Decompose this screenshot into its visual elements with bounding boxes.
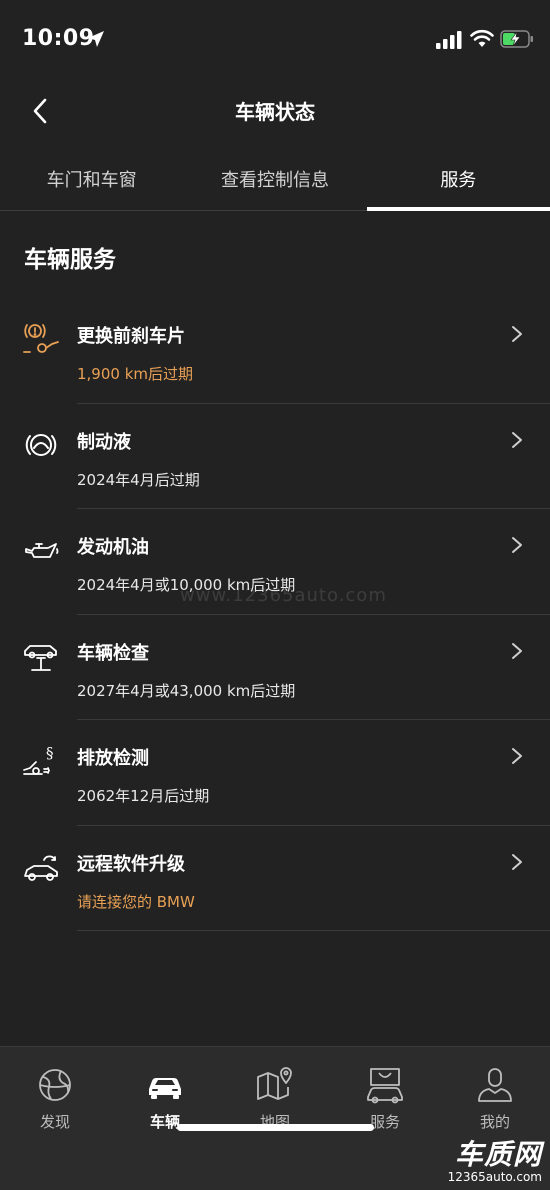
corner-logo-main: 车质网 bbox=[454, 1138, 542, 1171]
service-name: 更换前刹车片 bbox=[77, 326, 185, 347]
service-item-remote-software-upgrade[interactable]: 远程软件升级 请连接您的 BMW bbox=[0, 826, 550, 931]
divider bbox=[77, 930, 550, 931]
nav-item-vehicle[interactable]: 车辆 bbox=[110, 1065, 220, 1132]
battery-charging-icon bbox=[500, 30, 533, 48]
chevron-right-icon bbox=[512, 748, 522, 764]
service-name: 发动机油 bbox=[77, 537, 149, 558]
service-item-front-brake-pads[interactable]: 更换前刹车片 1,900 km后过期 bbox=[0, 298, 550, 404]
section-title: 车辆服务 bbox=[24, 247, 116, 273]
service-status: 2024年4月或10,000 km后过期 bbox=[77, 576, 296, 594]
chevron-right-icon bbox=[512, 853, 522, 870]
corner-logo-sub: 12365auto.com bbox=[447, 1170, 542, 1184]
remote-software-upgrade-icon bbox=[24, 855, 58, 881]
service-name: 制动液 bbox=[77, 431, 131, 453]
nav-item-map[interactable]: 地图 bbox=[220, 1065, 330, 1132]
service-item-engine-oil[interactable]: 发动机油 2024年4月或10,000 km后过期 bbox=[0, 509, 550, 615]
service-status: 1,900 km后过期 bbox=[77, 365, 194, 383]
location-arrow-icon bbox=[88, 31, 104, 47]
service-item-vehicle-check[interactable]: 车辆检查 2027年4月或43,000 km后过期 bbox=[0, 615, 550, 720]
service-status: 请连接您的 BMW bbox=[77, 892, 195, 911]
map-icon bbox=[257, 1067, 292, 1100]
cellular-signal-icon bbox=[436, 31, 462, 49]
service-name: 排放检测 bbox=[77, 748, 149, 769]
nav-item-discover[interactable]: 发现 bbox=[0, 1065, 110, 1132]
nav-label: 发现 bbox=[39, 1113, 70, 1131]
brake-fluid-icon bbox=[25, 433, 57, 456]
service-name: 远程软件升级 bbox=[77, 853, 185, 875]
globe-icon bbox=[39, 1069, 71, 1101]
tab-bar: 车门和车窗 查看控制信息 服务 bbox=[0, 152, 550, 211]
header: 车辆状态 bbox=[0, 80, 550, 140]
vehicle-lift-icon bbox=[24, 644, 57, 671]
chevron-right-icon bbox=[512, 537, 522, 553]
emission-check-icon: § bbox=[23, 744, 54, 775]
nav-label: 服务 bbox=[369, 1113, 400, 1131]
svg-text:§: § bbox=[46, 744, 54, 762]
engine-oil-icon bbox=[25, 543, 59, 558]
chevron-right-icon bbox=[512, 326, 522, 342]
service-list: 更换前刹车片 1,900 km后过期 制动液 2024年4月后过期 发动机油 2… bbox=[0, 298, 550, 931]
status-time: 10:09 bbox=[22, 26, 95, 51]
nav-item-service[interactable]: 服务 bbox=[330, 1065, 440, 1132]
tab-doors-windows[interactable]: 车门和车窗 bbox=[0, 152, 183, 210]
service-item-emission-check[interactable]: § 排放检测 2062年12月后过期 bbox=[0, 720, 550, 826]
user-icon bbox=[478, 1068, 512, 1102]
home-indicator[interactable] bbox=[177, 1124, 374, 1131]
service-status: 2024年4月后过期 bbox=[77, 470, 200, 489]
service-name: 车辆检查 bbox=[77, 642, 149, 664]
service-status: 2027年4月或43,000 km后过期 bbox=[77, 681, 296, 700]
service-item-brake-fluid[interactable]: 制动液 2024年4月后过期 bbox=[0, 404, 550, 509]
brake-pad-warning-icon bbox=[23, 324, 59, 353]
service-status: 2062年12月后过期 bbox=[77, 787, 210, 805]
nav-label: 车辆 bbox=[149, 1113, 180, 1131]
chevron-right-icon bbox=[512, 642, 522, 659]
page-title: 车辆状态 bbox=[235, 100, 315, 124]
nav-label: 我的 bbox=[479, 1113, 510, 1131]
car-icon bbox=[149, 1078, 181, 1099]
nav-item-profile[interactable]: 我的 bbox=[440, 1065, 550, 1132]
corner-watermark-logo: 车质网 12365auto.com bbox=[447, 1138, 542, 1185]
wifi-icon bbox=[470, 29, 494, 47]
tab-check-control[interactable]: 查看控制信息 bbox=[183, 152, 366, 210]
shopping-bag-icon bbox=[367, 1068, 403, 1104]
status-bar: 10:09 bbox=[0, 0, 550, 80]
tab-service[interactable]: 服务 bbox=[366, 152, 550, 211]
chevron-right-icon bbox=[512, 431, 522, 448]
